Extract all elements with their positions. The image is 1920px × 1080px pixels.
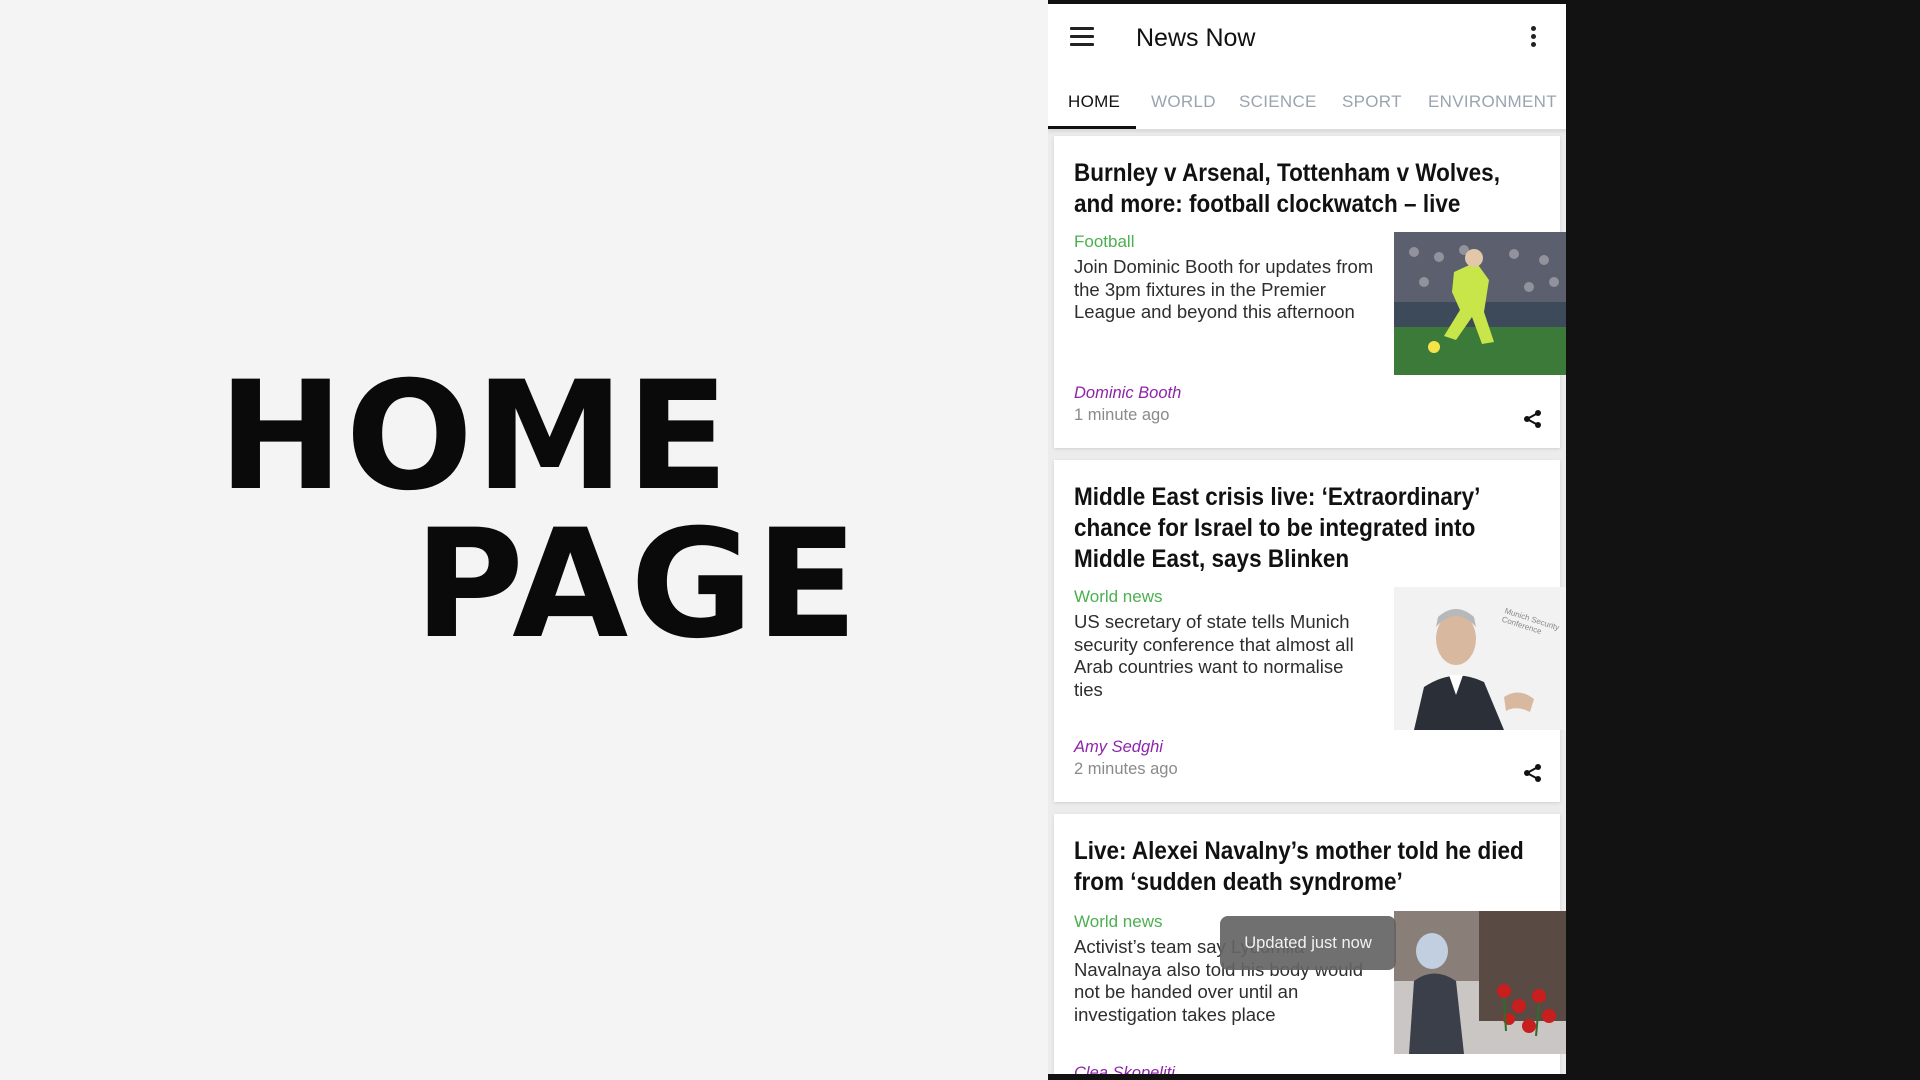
hamburger-menu-icon[interactable] bbox=[1070, 27, 1094, 49]
article-section: World news bbox=[1074, 912, 1163, 931]
article-section: Football bbox=[1074, 232, 1135, 251]
article-card[interactable]: Middle East crisis live: ‘Extraordinary’… bbox=[1054, 460, 1566, 802]
article-section: World news bbox=[1074, 587, 1163, 606]
bottom-edge bbox=[1048, 1074, 1566, 1080]
updated-toast: Updated just now bbox=[1220, 916, 1396, 970]
article-thumbnail[interactable] bbox=[1394, 911, 1566, 1054]
section-tabs: HOME WORLD SCIENCE SPORT ENVIRONMENT bbox=[1048, 74, 1566, 130]
tab-science[interactable]: SCIENCE bbox=[1239, 92, 1317, 112]
article-headline[interactable]: Burnley v Arsenal, Tottenham v Wolves, a… bbox=[1074, 158, 1542, 220]
phone-screen: News Now HOME WORLD SCIENCE SPORT ENVIRO… bbox=[1048, 0, 1566, 1080]
article-author: Amy Sedghi bbox=[1074, 738, 1163, 756]
article-headline[interactable]: Live: Alexei Navalny’s mother told he di… bbox=[1074, 836, 1542, 898]
article-headline[interactable]: Middle East crisis live: ‘Extraordinary’… bbox=[1074, 482, 1542, 575]
right-background-panel bbox=[1566, 0, 1920, 1080]
article-thumbnail[interactable] bbox=[1394, 232, 1566, 375]
tab-sport[interactable]: SPORT bbox=[1342, 92, 1402, 112]
hero-title-line-1: HOME bbox=[218, 350, 731, 524]
share-icon[interactable] bbox=[1522, 762, 1544, 784]
article-card[interactable]: Burnley v Arsenal, Tottenham v Wolves, a… bbox=[1054, 136, 1566, 448]
tab-environment[interactable]: ENVIRONMENT bbox=[1428, 92, 1557, 112]
more-options-icon[interactable] bbox=[1528, 26, 1538, 52]
tab-home[interactable]: HOME bbox=[1068, 92, 1120, 112]
article-time: 2 minutes ago bbox=[1074, 760, 1178, 778]
article-time: 1 minute ago bbox=[1074, 406, 1170, 424]
article-thumbnail[interactable]: Munich Security Conference bbox=[1394, 587, 1566, 730]
active-tab-indicator bbox=[1048, 126, 1136, 129]
article-summary: US secretary of state tells Munich secur… bbox=[1074, 611, 1354, 700]
hero-title-line-2: PAGE bbox=[414, 498, 860, 672]
app-title: News Now bbox=[1136, 24, 1256, 52]
tab-world[interactable]: WORLD bbox=[1151, 92, 1216, 112]
app-bar: News Now bbox=[1048, 4, 1566, 74]
share-icon[interactable] bbox=[1522, 408, 1544, 430]
article-author: Dominic Booth bbox=[1074, 384, 1182, 402]
article-summary: Join Dominic Booth for updates from the … bbox=[1074, 256, 1374, 322]
